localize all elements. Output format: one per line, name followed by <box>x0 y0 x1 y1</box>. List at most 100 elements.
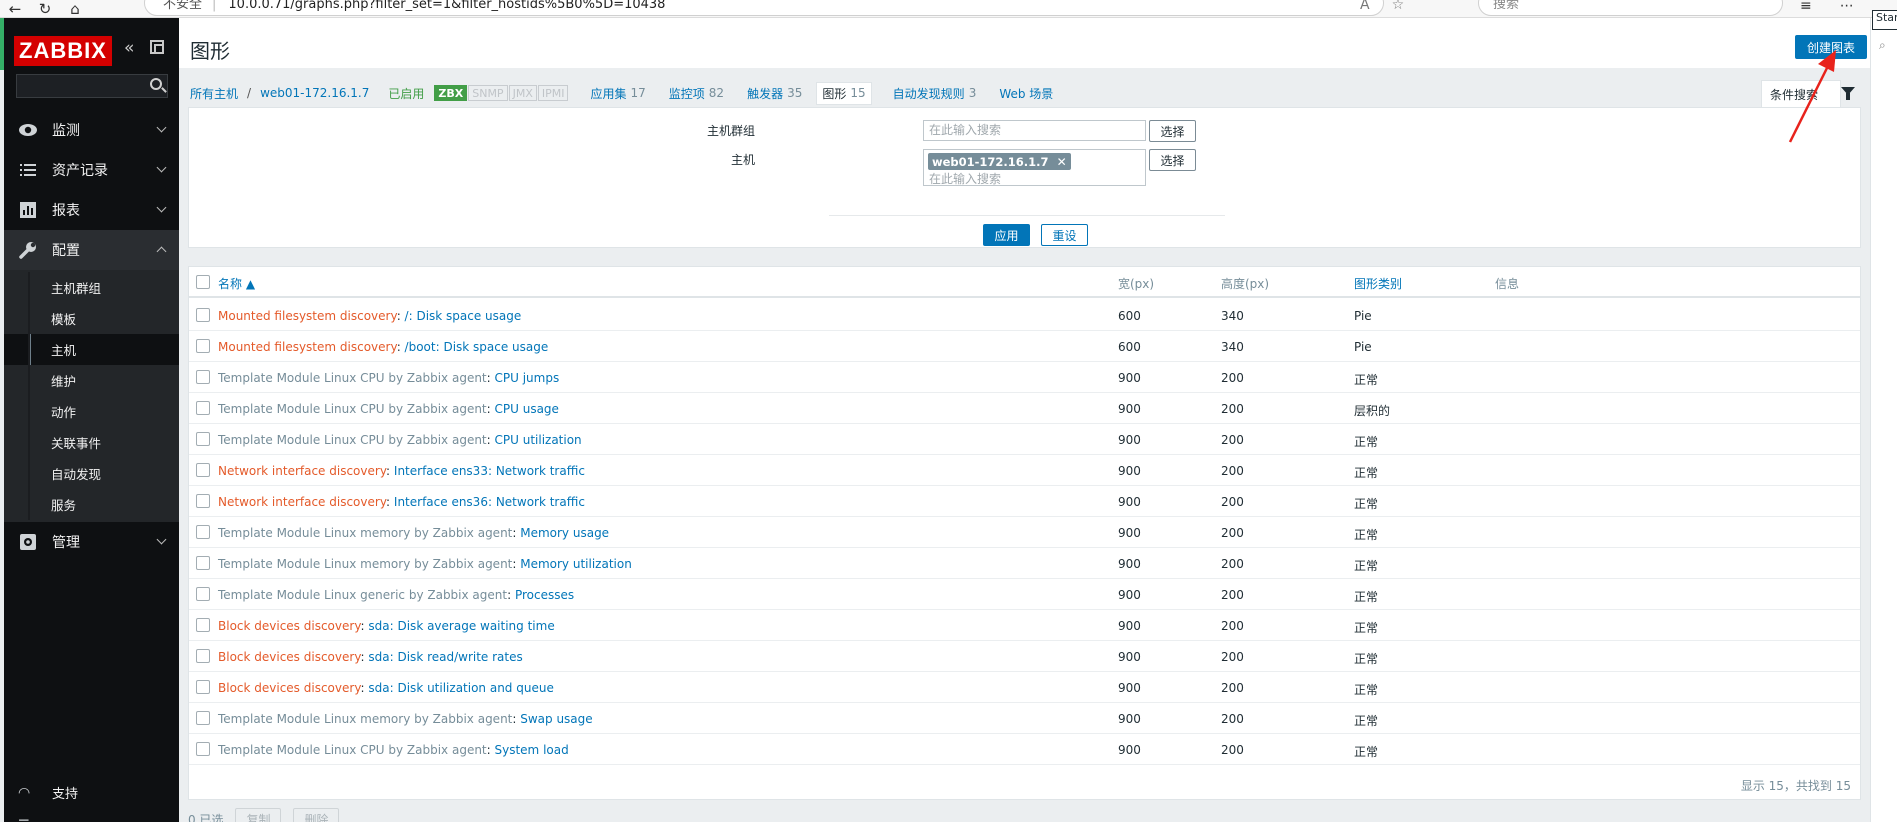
discovery-rule-link[interactable]: Block devices discovery <box>218 650 361 664</box>
row-checkbox[interactable] <box>196 401 210 415</box>
graph-name-link[interactable]: sda: Disk read/write rates <box>368 650 522 664</box>
host-status-enabled[interactable]: 已启用 <box>388 85 424 102</box>
row-checkbox[interactable] <box>196 587 210 601</box>
gutter-search-icon[interactable]: ⌕ <box>1879 38 1886 53</box>
select-all-checkbox[interactable] <box>196 275 210 289</box>
graph-name-link[interactable]: CPU utilization <box>495 433 582 447</box>
template-link[interactable]: Template Module Linux CPU by Zabbix agen… <box>218 743 487 757</box>
kiosk-mode-icon[interactable] <box>150 40 164 54</box>
discovery-rule-link[interactable]: Mounted filesystem discovery <box>218 309 397 323</box>
submenu-host-groups[interactable]: 主机群组 <box>4 272 179 303</box>
template-link[interactable]: Template Module Linux CPU by Zabbix agen… <box>218 433 487 447</box>
remove-tag-icon[interactable]: ✕ <box>1057 155 1067 169</box>
row-checkbox[interactable] <box>196 618 210 632</box>
submenu-templates[interactable]: 模板 <box>4 303 179 334</box>
all-hosts-link[interactable]: 所有主机 <box>190 85 238 102</box>
graph-name-link[interactable]: sda: Disk average waiting time <box>368 619 554 633</box>
tab-graphs[interactable]: 图形 15 <box>816 81 872 105</box>
address-bar[interactable]: 不安全 | 10.0.0.71/graphs.php?filter_set=1&… <box>144 0 1384 16</box>
back-icon[interactable]: ← <box>0 0 30 18</box>
menu-inventory[interactable]: 资产记录 <box>4 150 179 190</box>
zabbix-logo[interactable]: ZABBIX <box>14 36 112 66</box>
user-menu[interactable]: ☰ <box>18 818 30 822</box>
menu-support[interactable]: ◠ 支持 <box>18 783 78 803</box>
menu-monitoring[interactable]: 监测 <box>4 110 179 150</box>
graph-name-link[interactable]: /boot: Disk space usage <box>405 340 549 354</box>
menu-administration[interactable]: 管理 <box>4 522 179 562</box>
submenu-maintenance[interactable]: 维护 <box>4 365 179 396</box>
graph-name-link[interactable]: sda: Disk utilization and queue <box>368 681 553 695</box>
template-link[interactable]: Template Module Linux generic by Zabbix … <box>218 588 507 602</box>
row-checkbox[interactable] <box>196 742 210 756</box>
filter-icon[interactable] <box>1841 87 1855 101</box>
row-checkbox[interactable] <box>196 680 210 694</box>
discovery-rule-link[interactable]: Network interface discovery <box>218 464 386 478</box>
graph-name-link[interactable]: Interface ens36: Network traffic <box>394 495 585 509</box>
row-checkbox[interactable] <box>196 463 210 477</box>
copy-button[interactable]: 复制 <box>235 808 282 822</box>
row-checkbox[interactable] <box>196 525 210 539</box>
read-aloud-icon[interactable]: A <box>1360 0 1370 13</box>
host-link[interactable]: web01-172.16.1.7 <box>260 86 369 100</box>
column-graph-type[interactable]: 图形类别 <box>1354 275 1402 292</box>
graph-name-link[interactable]: Swap usage <box>520 712 592 726</box>
tab-applications[interactable]: 应用集 17 <box>588 83 647 104</box>
tab-items[interactable]: 监控项 82 <box>667 83 726 104</box>
discovery-rule-link[interactable]: Network interface discovery <box>218 495 386 509</box>
graph-name-link[interactable]: Interface ens33: Network traffic <box>394 464 585 478</box>
tab-web-scenarios[interactable]: Web 场景 <box>997 83 1055 104</box>
more-icon[interactable]: ⋯ <box>1840 0 1854 14</box>
discovery-rule-link[interactable]: Block devices discovery <box>218 681 361 695</box>
search-icon[interactable] <box>150 78 162 90</box>
row-checkbox[interactable] <box>196 432 210 446</box>
row-checkbox[interactable] <box>196 308 210 322</box>
tab-discovery-rules[interactable]: 自动发现规则 3 <box>891 83 979 104</box>
graph-name-link[interactable]: System load <box>495 743 569 757</box>
reset-button[interactable]: 重设 <box>1041 224 1088 246</box>
template-link[interactable]: Template Module Linux memory by Zabbix a… <box>218 557 512 571</box>
browser-search-box[interactable]: 搜索 <box>1478 0 1783 16</box>
favorite-star-icon[interactable]: ☆ <box>1392 0 1405 13</box>
template-link[interactable]: Template Module Linux CPU by Zabbix agen… <box>218 402 487 416</box>
menu-configuration[interactable]: 配置 <box>4 230 179 270</box>
host-group-input[interactable]: 在此输入搜索 <box>923 120 1146 141</box>
tab-triggers[interactable]: 触发器 35 <box>745 83 804 104</box>
host-multiselect[interactable]: web01-172.16.1.7 ✕ 在此输入搜索 <box>923 149 1146 186</box>
submenu-hosts[interactable]: 主机 <box>4 334 179 365</box>
submenu-services[interactable]: 服务 <box>4 489 179 520</box>
discovery-rule-link[interactable]: Mounted filesystem discovery <box>218 340 397 354</box>
graph-name-link[interactable]: Processes <box>515 588 574 602</box>
side-panel-button[interactable]: Star <box>1872 10 1897 30</box>
create-graph-button[interactable]: 创建图表 <box>1795 35 1867 59</box>
submenu-actions[interactable]: 动作 <box>4 396 179 427</box>
menu-reports[interactable]: 报表 <box>4 190 179 230</box>
graph-name-link[interactable]: CPU jumps <box>495 371 560 385</box>
template-link[interactable]: Template Module Linux memory by Zabbix a… <box>218 526 512 540</box>
home-icon[interactable]: ⌂ <box>60 0 90 18</box>
favorites-icon[interactable]: ≡ <box>1800 0 1812 14</box>
row-checkbox[interactable] <box>196 649 210 663</box>
collapse-sidebar-icon[interactable]: « <box>124 38 134 58</box>
apply-button[interactable]: 应用 <box>983 224 1030 246</box>
submenu-event-correlation[interactable]: 关联事件 <box>4 427 179 458</box>
submenu-discovery[interactable]: 自动发现 <box>4 458 179 489</box>
template-link[interactable]: Template Module Linux CPU by Zabbix agen… <box>218 371 487 385</box>
template-link[interactable]: Template Module Linux memory by Zabbix a… <box>218 712 512 726</box>
graph-name-link[interactable]: Memory usage <box>520 526 609 540</box>
row-checkbox[interactable] <box>196 494 210 508</box>
column-name[interactable]: 名称 ▲ <box>218 275 255 292</box>
row-checkbox[interactable] <box>196 370 210 384</box>
row-checkbox[interactable] <box>196 556 210 570</box>
delete-button[interactable]: 删除 <box>293 808 340 822</box>
host-group-select-button[interactable]: 选择 <box>1149 120 1196 142</box>
graph-name-link[interactable]: CPU usage <box>495 402 559 416</box>
filter-tab[interactable]: 条件搜索 <box>1761 80 1841 108</box>
discovery-rule-link[interactable]: Block devices discovery <box>218 619 361 633</box>
reload-icon[interactable]: ↻ <box>30 0 60 18</box>
host-select-button[interactable]: 选择 <box>1149 149 1196 171</box>
graph-name-link[interactable]: /: Disk space usage <box>405 309 522 323</box>
graph-name-link[interactable]: Memory utilization <box>520 557 632 571</box>
sidebar-search-input[interactable] <box>16 74 168 98</box>
row-checkbox[interactable] <box>196 339 210 353</box>
row-checkbox[interactable] <box>196 711 210 725</box>
